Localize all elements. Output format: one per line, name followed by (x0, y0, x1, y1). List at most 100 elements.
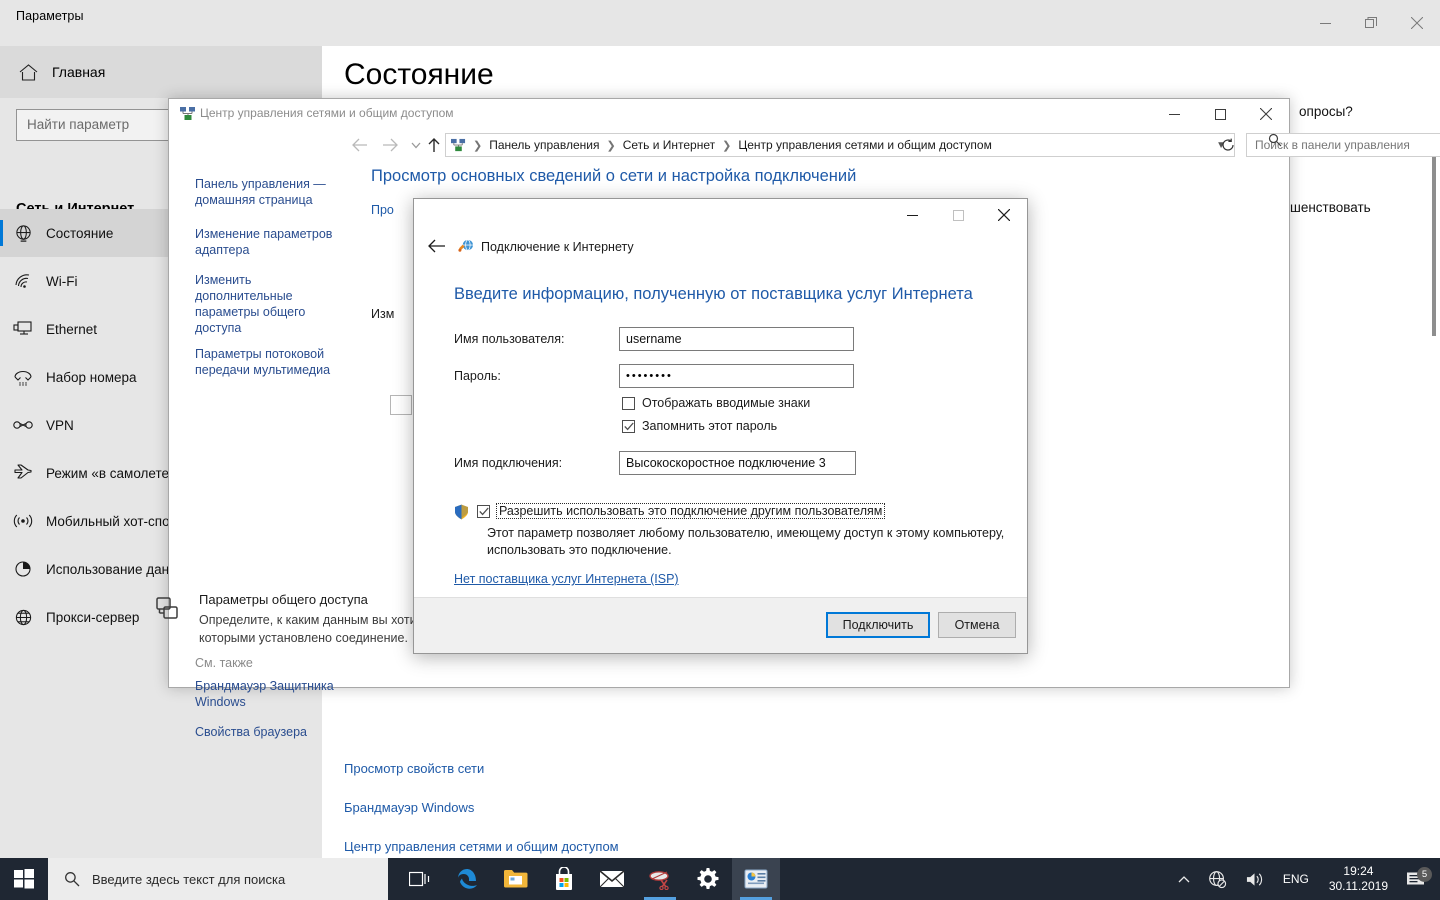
ethernet-icon (0, 320, 46, 338)
cp-link-network-sharing-center[interactable]: Центр управления сетями и общим доступом (344, 839, 619, 854)
file-explorer-icon[interactable] (492, 858, 540, 900)
globe-status-icon (0, 224, 46, 243)
minimize-button[interactable] (1302, 0, 1348, 46)
allow-others-checkbox[interactable]: Разрешить использовать это подключение д… (477, 503, 886, 519)
settings-scrollbar[interactable] (1432, 146, 1436, 336)
sidebar-item-status-label: Состояние (46, 225, 114, 241)
cp-link-view-network-properties[interactable]: Просмотр свойств сети (344, 761, 484, 776)
breadcrumb-item-control-panel[interactable]: Панель управления (489, 138, 599, 152)
connection-name-field[interactable]: Высокоскоростное подключение 3 (619, 451, 856, 475)
breadcrumb-item-network-internet[interactable]: Сеть и Интернет (623, 138, 715, 152)
cp-link-adapter-settings[interactable]: Изменение параметров адаптера (195, 226, 335, 258)
no-isp-link[interactable]: Нет поставщика услуг Интернета (ISP) (454, 572, 679, 586)
see-also-heading: См. также (195, 656, 253, 670)
taskbar: Введите здесь текст для поиска ENG 19:24… (0, 858, 1440, 900)
cancel-button[interactable]: Отмена (938, 612, 1016, 638)
control-panel-window-title: Центр управления сетями и общим доступом (200, 106, 454, 120)
cp-fragment-izm: Изм (371, 307, 395, 321)
network-no-internet-icon[interactable] (1199, 870, 1236, 889)
cp-link-media-streaming[interactable]: Параметры потоковой передачи мультимедиа (195, 346, 335, 378)
cp-fragment-pro: Про (371, 203, 394, 217)
wifi-icon (0, 272, 46, 290)
share-printer-icon (155, 596, 183, 627)
dialog-back-button[interactable] (422, 233, 452, 259)
cp-link-browser-properties[interactable]: Свойства браузера (195, 724, 335, 740)
cp-link-defender-firewall[interactable]: Брандмауэр Защитника Windows (195, 678, 335, 710)
network-center-icon (180, 106, 196, 127)
username-label: Имя пользователя: (454, 332, 565, 346)
back-button[interactable] (349, 134, 371, 156)
maximize-button[interactable] (1197, 99, 1243, 129)
username-row: Имя пользователя: username (454, 327, 854, 351)
language-indicator[interactable]: ENG (1273, 872, 1319, 886)
dialog-footer: Подключить Отмена (414, 597, 1027, 653)
cp-small-box (390, 395, 412, 415)
dialog-heading: Введите информацию, полученную от постав… (454, 285, 973, 303)
connect-button[interactable]: Подключить (826, 612, 930, 638)
home-label: Главная (52, 64, 106, 80)
sidebar-item-proxy-label: Прокси-сервер (46, 609, 140, 625)
password-field[interactable]: •••••••• (619, 364, 854, 388)
close-button[interactable] (1394, 0, 1440, 46)
system-tray: ENG 19:24 30.11.2019 5 (1169, 858, 1440, 900)
sidebar-item-dialup-label: Ethernet (46, 321, 98, 337)
show-characters-label: Отображать вводимые знаки (642, 396, 811, 410)
show-characters-checkbox[interactable]: Отображать вводимые знаки (622, 396, 810, 410)
settings-titlebar: Параметры (0, 0, 1440, 46)
sidebar-item-hotspot-label: Режим «в самолете» (46, 465, 177, 481)
taskbar-search-box[interactable]: Введите здесь текст для поиска (48, 858, 388, 900)
close-button[interactable] (981, 199, 1027, 231)
snipping-tool-icon[interactable] (636, 858, 684, 900)
cp-link-home-page[interactable]: Панель управления — домашняя страница (195, 176, 335, 208)
settings-window-controls (1302, 0, 1440, 46)
cp-link-advanced-sharing[interactable]: Изменить дополнительные параметры общего… (195, 272, 335, 336)
home-icon (15, 63, 41, 81)
see-also-section: См. также Брандмауэр Защитника Windows С… (195, 656, 355, 754)
forward-button[interactable] (379, 134, 401, 156)
password-row: Пароль: •••••••• (454, 364, 854, 388)
allow-others-label: Разрешить использовать это подключение д… (496, 503, 886, 519)
minimize-button[interactable] (889, 199, 935, 231)
settings-window-title: Параметры (16, 9, 84, 23)
breadcrumb-item-network-center[interactable]: Центр управления сетями и общим доступом (738, 138, 992, 152)
minimize-button[interactable] (1151, 99, 1197, 129)
clock[interactable]: 19:24 30.11.2019 (1319, 864, 1398, 894)
remember-password-checkbox[interactable]: Запомнить этот пароль (622, 419, 777, 433)
start-button[interactable] (0, 858, 48, 900)
edge-icon[interactable] (444, 858, 492, 900)
connection-name-label: Имя подключения: (454, 456, 563, 470)
sidebar-item-home[interactable]: Главная (0, 46, 322, 98)
mail-icon[interactable] (588, 858, 636, 900)
data-usage-icon (0, 560, 46, 578)
allow-others-description: Этот параметр позволяет любому пользоват… (487, 526, 1005, 557)
address-bar[interactable]: ❯ Панель управления ❯ Сеть и Интернет ❯ … (445, 133, 1235, 157)
uac-shield-icon (454, 504, 469, 525)
dialog-app-title-row: Подключение к Интернету (458, 238, 634, 256)
action-center-button[interactable]: 5 (1398, 866, 1440, 888)
username-field[interactable]: username (619, 327, 854, 351)
refresh-button[interactable] (1218, 135, 1238, 155)
show-hidden-icons-chevron-up-icon[interactable] (1169, 875, 1199, 884)
dialog-window-controls (889, 199, 1027, 231)
settings-text-fragment-improve: шенствовать (1290, 200, 1371, 215)
microsoft-store-icon[interactable] (540, 858, 588, 900)
dialup-icon (0, 368, 46, 386)
up-button[interactable] (423, 134, 445, 156)
control-panel-titlebar: Центр управления сетями и общим доступом (169, 99, 1289, 129)
volume-icon[interactable] (1236, 871, 1273, 888)
restore-button[interactable] (1348, 0, 1394, 46)
taskbar-search-placeholder: Введите здесь текст для поиска (92, 871, 286, 887)
clock-date: 30.11.2019 (1328, 879, 1388, 893)
task-view-icon[interactable] (396, 858, 444, 900)
control-panel-icon[interactable] (732, 858, 780, 900)
internet-connection-icon (458, 238, 474, 256)
allow-others-row[interactable]: Разрешить использовать это подключение д… (454, 503, 886, 525)
sidebar-item-vpn-label: Набор номера (46, 369, 137, 385)
maximize-button (935, 199, 981, 231)
control-panel-page-heading: Просмотр основных сведений о сети и наст… (371, 167, 857, 185)
close-button[interactable] (1243, 99, 1289, 129)
settings-gear-icon[interactable] (684, 858, 732, 900)
vpn-icon (0, 417, 46, 433)
cp-link-windows-firewall[interactable]: Брандмауэр Windows (344, 800, 474, 815)
proxy-globe-icon (0, 608, 46, 627)
